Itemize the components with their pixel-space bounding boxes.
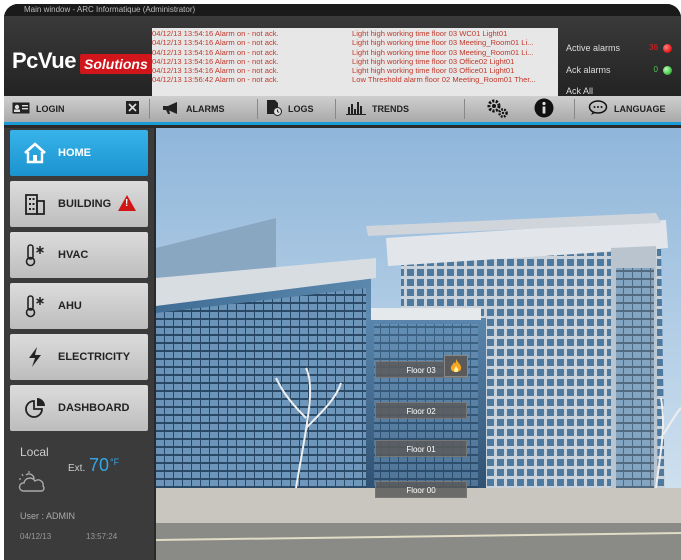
logs-label: LOGS	[288, 104, 314, 114]
alarm-text: Light high working time floor 03 Office0…	[352, 66, 515, 76]
sidebar: HOME BUILDING ! HVAC AHU ELECTRICITY DAS…	[4, 128, 154, 560]
nav-label-hvac: HVAC	[58, 249, 89, 261]
alarm-text: Low Threshold alarm floor 02 Meeting_Roo…	[352, 75, 536, 85]
logs-button[interactable]: LOGS	[266, 96, 314, 122]
active-alarms-count: 36	[649, 43, 658, 52]
alarm-row[interactable]: 04/12/13 13:54:16 Alarm on - not ack. Li…	[152, 29, 558, 38]
nav-label-dashboard: DASHBOARD	[58, 402, 130, 414]
alarm-text: Light high working time floor 03 WC01 Li…	[352, 29, 508, 38]
info-icon	[534, 98, 554, 121]
nav-label-home: HOME	[58, 147, 91, 159]
speech-bubble-icon	[588, 99, 608, 119]
login-label: LOGIN	[36, 104, 65, 114]
gears-icon	[485, 97, 509, 122]
language-button[interactable]: LANGUAGE	[588, 96, 666, 122]
floor-01-button[interactable]: Floor 01	[375, 440, 467, 457]
toolbar-divider	[335, 99, 336, 119]
warning-icon: !	[118, 195, 136, 211]
nav-item-electricity[interactable]: ELECTRICITY	[10, 334, 148, 380]
nav-item-hvac[interactable]: HVAC	[10, 232, 148, 278]
alarm-text: Light high working time floor 03 Meeting…	[352, 47, 534, 57]
fire-alarm-icon[interactable]	[444, 355, 468, 377]
nav-label-ahu: AHU	[58, 300, 82, 312]
nav-item-building[interactable]: BUILDING !	[10, 181, 148, 227]
nav-item-home[interactable]: HOME	[10, 130, 148, 176]
alarm-list[interactable]: 04/12/13 13:54:16 Alarm on - not ack. Li…	[152, 28, 558, 106]
pcvue-logo: PcVue Solutions	[12, 46, 152, 76]
logout-button[interactable]	[126, 96, 145, 122]
building-icon	[22, 191, 48, 217]
alarm-text: Light high working time floor 03 Meeting…	[352, 38, 534, 48]
alarm-row[interactable]: 04/12/13 13:54:16 Alarm on - not ack. Li…	[152, 38, 558, 47]
language-label: LANGUAGE	[614, 104, 666, 114]
floor-00-button[interactable]: Floor 00	[375, 481, 467, 498]
bar-chart-icon	[346, 101, 366, 118]
current-user: User : ADMIN	[20, 511, 76, 521]
window-title: Main window - ARC Informatique (Administ…	[4, 4, 681, 16]
weather-ext-label: Ext.	[68, 463, 86, 474]
sun-cloud-icon	[18, 471, 48, 496]
nav-label-electricity: ELECTRICITY	[58, 351, 131, 363]
document-clock-icon	[266, 99, 282, 119]
current-time: 13:57:24	[86, 532, 118, 541]
ack-alarms-label: Ack alarms	[566, 65, 611, 75]
temperature-unit: °F	[110, 457, 120, 467]
logo-tagline: Solutions	[80, 54, 152, 74]
toolbar-divider	[257, 99, 258, 119]
close-box-icon	[126, 101, 139, 117]
megaphone-icon	[162, 101, 180, 118]
header: PcVue Solutions 04/12/13 13:54:16 Alarm …	[4, 16, 681, 106]
active-alarms-label: Active alarms	[566, 43, 621, 53]
alarm-status-panel: Active alarms 36 Ack alarms 0 Ack All	[560, 28, 681, 106]
alarm-time: 04/12/13 13:54:16 Alarm on - not ack.	[152, 38, 279, 48]
alarm-time: 04/12/13 13:54:16 Alarm on - not ack.	[152, 47, 279, 57]
login-button[interactable]: LOGIN	[12, 96, 65, 122]
thermometer-snowflake-icon	[22, 242, 48, 268]
toolbar: LOGIN ALARMS LOGS TRENDS LANGUAGE	[4, 96, 681, 125]
alarm-time: 04/12/13 13:54:16 Alarm on - not ack.	[152, 66, 279, 76]
outdoor-temperature: 70	[89, 455, 110, 475]
settings-button[interactable]	[485, 96, 515, 122]
alarm-row[interactable]: 04/12/13 13:54:16 Alarm on - not ack. Li…	[152, 48, 558, 57]
weather-panel: Local Ext. 70 °F User : ADMIN 04/12/13 1…	[4, 433, 154, 560]
trends-button[interactable]: TRENDS	[346, 96, 409, 122]
alarm-time: 04/12/13 13:54:16 Alarm on - not ack.	[152, 29, 279, 38]
toolbar-divider	[149, 99, 150, 119]
floor-02-button[interactable]: Floor 02	[375, 402, 467, 419]
alarm-time: 04/12/13 13:56:42 Alarm on - not ack.	[152, 75, 279, 85]
logo-brand: PcVue	[12, 48, 76, 73]
building-view: Floor 03 Floor 02 Floor 01 Floor 00	[156, 128, 681, 560]
id-card-icon	[12, 102, 30, 117]
info-button[interactable]	[534, 96, 560, 122]
ack-alarms: Ack alarms 0	[566, 64, 676, 76]
ack-alarm-indicator-icon	[663, 66, 672, 75]
alarm-text: Light high working time floor 03 Office0…	[352, 56, 515, 66]
alarms-button[interactable]: ALARMS	[162, 96, 225, 122]
home-icon	[22, 140, 48, 166]
app-window: Main window - ARC Informatique (Administ…	[4, 4, 681, 560]
nav-item-dashboard[interactable]: DASHBOARD	[10, 385, 148, 431]
lightning-icon	[22, 344, 48, 370]
active-alarms: Active alarms 36	[566, 42, 676, 54]
thermometer-snowflake-icon	[22, 293, 48, 319]
nav-item-ahu[interactable]: AHU	[10, 283, 148, 329]
alarm-row[interactable]: 04/12/13 13:54:16 Alarm on - not ack. Li…	[152, 57, 558, 66]
nav-label-building: BUILDING	[58, 198, 112, 210]
alarm-time: 04/12/13 13:54:16 Alarm on - not ack.	[152, 56, 279, 66]
ack-alarms-count: 0	[653, 65, 658, 74]
pie-chart-icon	[22, 395, 48, 421]
current-date: 04/12/13	[20, 532, 52, 541]
trends-label: TRENDS	[372, 104, 410, 114]
toolbar-divider	[574, 99, 575, 119]
active-alarm-indicator-icon	[663, 44, 672, 53]
alarms-label: ALARMS	[186, 104, 225, 114]
weather-local-label: Local	[20, 445, 49, 459]
toolbar-divider	[464, 99, 465, 119]
alarm-row[interactable]: 04/12/13 13:56:42 Alarm on - not ack. Lo…	[152, 75, 558, 84]
alarm-row[interactable]: 04/12/13 13:54:16 Alarm on - not ack. Li…	[152, 66, 558, 75]
